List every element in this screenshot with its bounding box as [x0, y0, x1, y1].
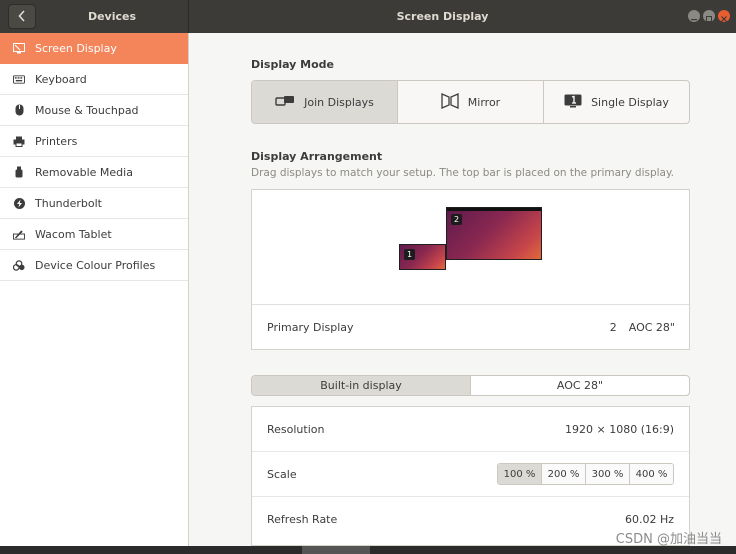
scale-selector: 100 % 200 % 300 % 400 %	[497, 463, 674, 485]
refresh-rate-label: Refresh Rate	[267, 513, 338, 526]
display-arrangement-subtitle: Drag displays to match your setup. The t…	[251, 167, 675, 179]
scale-option-300[interactable]: 300 %	[586, 464, 630, 484]
desktop-background-strip	[0, 546, 736, 554]
primary-display-number: 2	[609, 320, 617, 334]
scale-option-200[interactable]: 200 %	[542, 464, 586, 484]
sidebar-item-printers[interactable]: Printers	[0, 126, 188, 157]
sidebar-item-label: Screen Display	[35, 41, 117, 55]
window-controls	[688, 10, 730, 24]
printer-icon	[13, 135, 25, 147]
mirror-button[interactable]: Mirror	[398, 81, 544, 123]
display-icon	[13, 42, 25, 54]
join-displays-label: Join Displays	[304, 95, 374, 109]
maximize-icon	[706, 16, 712, 22]
maximize-button[interactable]	[703, 10, 715, 22]
display-settings-list: Resolution 1920 × 1080 (16:9) Scale 100 …	[251, 406, 690, 546]
usb-icon	[13, 166, 25, 178]
single-display-button[interactable]: Single Display	[544, 81, 689, 123]
mirror-label: Mirror	[467, 95, 501, 109]
primary-display-row[interactable]: Primary Display 2 AOC 28"	[252, 305, 689, 349]
chevron-left-icon	[18, 7, 26, 26]
display-mode-selector: Join Displays Mirror Single Display	[251, 80, 690, 124]
scale-option-100[interactable]: 100 %	[498, 464, 542, 484]
sidebar-item-wacom-tablet[interactable]: Wacom Tablet	[0, 219, 188, 250]
sidebar: Screen Display Keyboard Mouse & Touchpad…	[0, 33, 189, 546]
refresh-rate-value: 60.02 Hz	[624, 513, 674, 526]
join-displays-icon	[275, 95, 295, 110]
sidebar-item-thunderbolt[interactable]: Thunderbolt	[0, 188, 188, 219]
header-left-pane: Devices	[0, 0, 189, 33]
scale-option-400[interactable]: 400 %	[630, 464, 673, 484]
watermark: CSDN @加油当当	[615, 532, 722, 546]
single-display-label: Single Display	[591, 95, 669, 109]
display-2-number: 2	[451, 214, 462, 225]
close-icon	[721, 16, 727, 22]
resolution-label: Resolution	[267, 422, 325, 436]
display-mode-title: Display Mode	[251, 58, 335, 71]
minimize-button[interactable]	[688, 10, 700, 22]
mirror-icon	[441, 92, 459, 112]
sidebar-item-label: Removable Media	[35, 165, 133, 179]
primary-display-value: 2 AOC 28"	[610, 321, 675, 334]
scale-label: Scale	[267, 467, 297, 481]
sidebar-item-keyboard[interactable]: Keyboard	[0, 64, 188, 95]
single-display-icon	[564, 94, 582, 111]
primary-display-label: Primary Display	[267, 320, 354, 334]
display-1-number: 1	[404, 249, 415, 260]
display-arrangement-panel: 1 2 Primary Display 2 AOC 28"	[251, 189, 690, 350]
sidebar-item-mouse-touchpad[interactable]: Mouse & Touchpad	[0, 95, 188, 126]
scale-row: Scale 100 % 200 % 300 % 400 %	[252, 452, 689, 497]
tab-built-in-display[interactable]: Built-in display	[252, 376, 471, 395]
tablet-icon	[13, 228, 25, 240]
sidebar-item-label: Thunderbolt	[35, 196, 102, 210]
header-bar: Devices Screen Display	[0, 0, 736, 33]
sidebar-item-label: Printers	[35, 134, 78, 148]
tab-aoc-28[interactable]: AOC 28"	[471, 376, 689, 395]
main-content: Display Mode Join Displays Mirror Single…	[189, 33, 736, 546]
mouse-icon	[13, 104, 25, 116]
keyboard-icon	[13, 73, 25, 85]
sidebar-item-removable-media[interactable]: Removable Media	[0, 157, 188, 188]
taskbar-fragment	[302, 546, 370, 554]
resolution-row[interactable]: Resolution 1920 × 1080 (16:9)	[252, 407, 689, 452]
thunderbolt-icon	[13, 197, 25, 209]
display-2-preview[interactable]: 2	[446, 207, 542, 260]
close-button[interactable]	[718, 10, 730, 22]
arrangement-canvas: 1 2	[252, 190, 689, 305]
display-tabs: Built-in display AOC 28"	[251, 375, 690, 396]
display-1-preview[interactable]: 1	[399, 244, 446, 270]
sidebar-item-device-colour-profiles[interactable]: Device Colour Profiles	[0, 250, 188, 281]
panel-title: Devices	[87, 10, 137, 23]
top-bar-indicator	[447, 208, 541, 211]
join-displays-button[interactable]: Join Displays	[252, 81, 398, 123]
sidebar-item-label: Keyboard	[35, 72, 87, 86]
sidebar-item-label: Device Colour Profiles	[35, 258, 156, 272]
page-title: Screen Display	[396, 10, 489, 23]
sidebar-item-label: Wacom Tablet	[35, 227, 112, 241]
primary-display-name: AOC 28"	[628, 320, 675, 334]
sidebar-item-label: Mouse & Touchpad	[35, 103, 139, 117]
colour-profile-icon	[13, 259, 25, 271]
resolution-value: 1920 × 1080 (16:9)	[565, 422, 674, 436]
sidebar-item-screen-display[interactable]: Screen Display	[0, 33, 188, 64]
settings-window: Devices Screen Display Screen Display Ke…	[0, 0, 736, 546]
back-button[interactable]	[8, 4, 36, 29]
display-arrangement-title: Display Arrangement	[251, 150, 383, 163]
minimize-icon	[691, 19, 697, 21]
